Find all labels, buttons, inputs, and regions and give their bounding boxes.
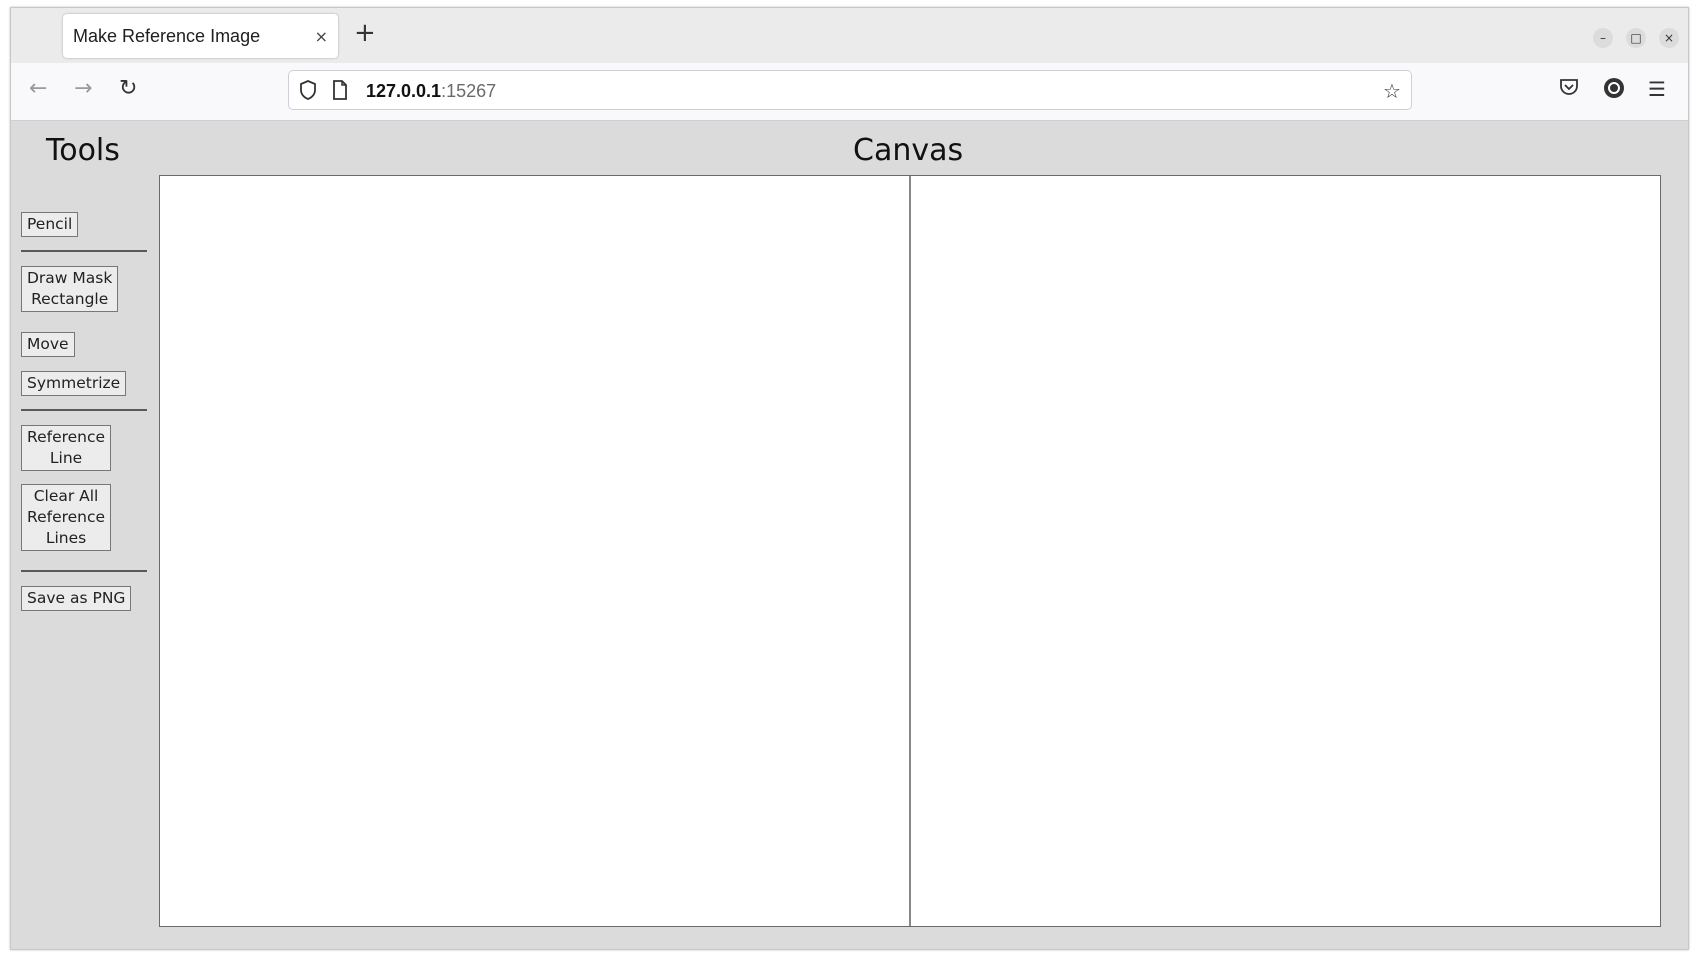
tab-strip: Make Reference Image × + – □ × [11, 8, 1688, 63]
url-bar[interactable]: 127.0.0.1:15267 ☆ [288, 70, 1412, 110]
reload-icon[interactable]: ↻ [119, 76, 137, 101]
symmetrize-button[interactable]: Symmetrize [21, 371, 127, 396]
hamburger-menu-icon[interactable]: ☰ [1648, 77, 1666, 101]
canvas-divider [909, 176, 911, 926]
move-button[interactable]: Move [21, 332, 75, 357]
tool-separator [21, 250, 147, 252]
star-icon[interactable]: ☆ [1383, 79, 1401, 103]
navigation-toolbar: ← → ↻ 127.0.0.1:15267 ☆ ☰ [11, 63, 1688, 121]
url-text: 127.0.0.1:15267 [366, 81, 496, 102]
pencil-button[interactable]: Pencil [21, 212, 79, 237]
new-tab-button[interactable]: + [354, 18, 376, 48]
url-port: :15267 [441, 81, 497, 101]
forward-arrow-icon[interactable]: → [74, 76, 92, 101]
account-icon[interactable] [1603, 77, 1625, 104]
tool-separator [21, 409, 147, 411]
reference-line-button[interactable]: Reference Line [21, 425, 112, 471]
page-content: Tools Canvas Pencil Draw Mask Rectangle … [11, 121, 1688, 949]
browser-window: Make Reference Image × + – □ × ← → ↻ 127… [10, 7, 1689, 950]
canvas-title: Canvas [853, 133, 964, 168]
maximize-button[interactable]: □ [1626, 28, 1646, 48]
pocket-icon[interactable] [1559, 77, 1579, 101]
tool-separator [21, 570, 147, 572]
tab-close-icon[interactable]: × [315, 27, 328, 46]
save-as-png-button[interactable]: Save as PNG [21, 586, 132, 611]
close-window-button[interactable]: × [1659, 28, 1679, 48]
drawing-canvas[interactable] [159, 175, 1661, 927]
browser-tab[interactable]: Make Reference Image × [63, 14, 338, 58]
page-icon [332, 80, 348, 105]
tools-title: Tools [46, 133, 120, 168]
tab-title: Make Reference Image [73, 26, 261, 46]
url-host: 127.0.0.1 [366, 81, 442, 101]
draw-mask-rectangle-button[interactable]: Draw Mask Rectangle [21, 266, 119, 312]
shield-icon[interactable] [299, 80, 317, 105]
minimize-button[interactable]: – [1593, 28, 1613, 48]
back-arrow-icon[interactable]: ← [29, 76, 47, 101]
clear-all-reference-lines-button[interactable]: Clear All Reference Lines [21, 484, 112, 551]
